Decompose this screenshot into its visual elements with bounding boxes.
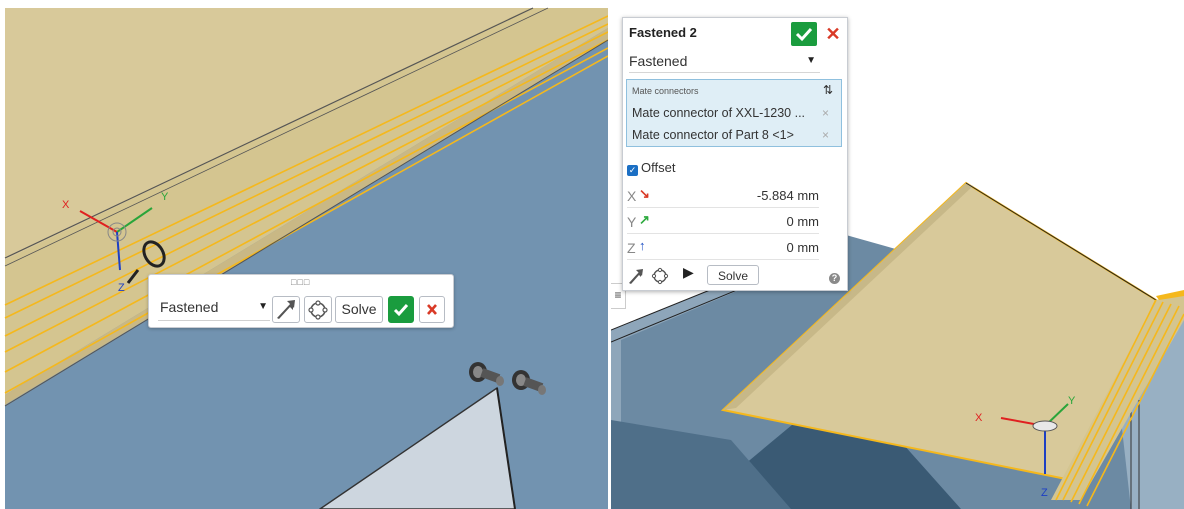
offset-y-value[interactable]: 0 mm (787, 214, 820, 229)
mate-feature-dialog: Fastened 2 ✕ Fastened ▼ Mate connectors … (622, 17, 848, 291)
animate-play-icon[interactable]: ▶ (683, 264, 694, 281)
remove-connector-icon[interactable]: × (822, 128, 829, 142)
close-icon[interactable]: ✕ (823, 22, 843, 46)
solve-button[interactable]: Solve (335, 296, 383, 323)
axis-label: X (627, 188, 637, 204)
offset-x-value[interactable]: -5.884 mm (757, 188, 819, 203)
mate-connectors-field[interactable]: Mate connectors ⇅ Mate connector of XXL-… (626, 79, 842, 147)
left-viewport-canvas[interactable]: X Y Z (0, 0, 608, 509)
x-arrow-icon: ↘ (639, 186, 650, 201)
z-axis-label: Z (1041, 487, 1048, 499)
mate-type-dropdown[interactable]: Fastened ▼ (158, 296, 270, 321)
drag-handle[interactable]: □□□ (291, 278, 310, 287)
flip-primary-axis-button[interactable] (627, 267, 645, 285)
cancel-button[interactable] (419, 296, 445, 323)
swap-order-icon[interactable]: ⇅ (823, 83, 833, 97)
chevron-down-icon: ▼ (258, 301, 268, 312)
mate-connectors-title: Mate connectors (632, 86, 699, 96)
chevron-down-icon: ▼ (806, 55, 816, 66)
checkmark-icon (393, 304, 409, 317)
y-arrow-icon: ↗ (639, 212, 650, 227)
help-icon[interactable]: ? (829, 273, 840, 284)
z-axis-label: Z (118, 282, 125, 294)
flip-arrow-icon (629, 269, 643, 284)
y-axis-label: Y (1068, 395, 1076, 407)
reorient-secondary-axis-button[interactable] (651, 267, 669, 285)
x-axis-label: X (975, 412, 983, 424)
mate-type-value: Fastened (160, 299, 219, 315)
offset-checkbox-row[interactable]: ✓ Offset (627, 160, 675, 176)
connector-label: Mate connector of XXL-1230 ... (632, 106, 806, 120)
accept-button[interactable] (388, 296, 414, 323)
accept-button[interactable] (791, 22, 817, 46)
z-arrow-icon: ↑ (639, 238, 646, 253)
axis-label: Y (627, 214, 637, 230)
left-viewport[interactable]: X Y Z □□□ Fastened ▼ Solve (0, 0, 608, 509)
mate-inline-toolbar: □□□ Fastened ▼ Solve (148, 274, 454, 328)
solve-button[interactable]: Solve (707, 265, 759, 285)
connector-item[interactable]: Mate connector of XXL-1230 ... (632, 106, 805, 124)
x-axis-label: X (62, 199, 70, 211)
connector-label: Mate connector of Part 8 <1> (632, 128, 794, 142)
offset-label: Offset (641, 160, 676, 175)
y-axis-label: Y (161, 191, 169, 203)
rotate-icon (651, 267, 669, 285)
dialog-title: Fastened 2 (629, 25, 697, 40)
offset-x-field[interactable]: X ↘ -5.884 mm (627, 185, 819, 208)
offset-z-field[interactable]: Z ↑ 0 mm (627, 237, 819, 260)
close-icon (427, 304, 437, 315)
offset-z-value[interactable]: 0 mm (787, 240, 820, 255)
rotate-icon (308, 300, 328, 320)
flip-primary-axis-button[interactable] (272, 296, 300, 323)
checkmark-icon (795, 27, 813, 42)
reorient-secondary-axis-button[interactable] (304, 296, 332, 323)
mate-type-value: Fastened (629, 53, 688, 69)
mate-type-dropdown[interactable]: Fastened ▼ (629, 50, 820, 73)
axis-label: Z (627, 240, 636, 256)
offset-y-field[interactable]: Y ↗ 0 mm (627, 211, 819, 234)
flip-arrow-icon (277, 300, 295, 319)
offset-checkbox[interactable]: ✓ (627, 165, 638, 176)
remove-connector-icon[interactable]: × (822, 106, 829, 120)
connector-item[interactable]: Mate connector of Part 8 <1> (632, 128, 794, 146)
